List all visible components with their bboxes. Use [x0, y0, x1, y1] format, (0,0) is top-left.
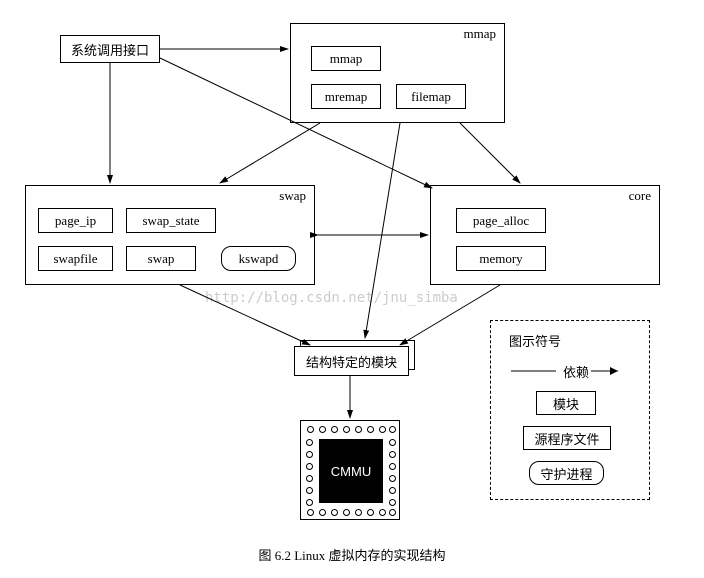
cmmu-chip: CMMU	[319, 439, 383, 503]
figure-caption: 图 6.2 Linux 虚拟内存的实现结构	[0, 545, 704, 564]
legend-source: 源程序文件	[523, 426, 611, 450]
legend-daemon: 守护进程	[529, 461, 604, 485]
mmap-group: mmap mmap mremap filemap	[290, 23, 505, 123]
arch-module: 结构特定的模块	[294, 346, 409, 376]
page-ip-source: page_ip	[38, 208, 113, 233]
page-alloc-source: page_alloc	[456, 208, 546, 233]
filemap-source: filemap	[396, 84, 466, 109]
syscall-module: 系统调用接口	[60, 35, 160, 63]
kswapd-daemon: kswapd	[221, 246, 296, 271]
swapfile-label: swapfile	[53, 251, 97, 267]
memory-label: memory	[479, 251, 522, 267]
mmap-label: mmap	[330, 51, 363, 67]
page-ip-label: page_ip	[55, 213, 96, 229]
mremap-source: mremap	[311, 84, 381, 109]
swap-state-source: swap_state	[126, 208, 216, 233]
syscall-label: 系统调用接口	[71, 40, 149, 59]
watermark-text: http://blog.csdn.net/jnu_simba	[205, 290, 458, 306]
memory-source: memory	[456, 246, 546, 271]
page-alloc-label: page_alloc	[473, 213, 529, 229]
swap-group: swap page_ip swap_state swapfile swap ks…	[25, 185, 315, 285]
legend-source-label: 源程序文件	[534, 429, 599, 448]
core-group-title: core	[629, 188, 651, 204]
legend-title: 图示符号	[509, 331, 561, 350]
mmap-source: mmap	[311, 46, 381, 71]
cmmu-chip-frame: CMMU	[300, 420, 400, 520]
swap-state-label: swap_state	[142, 213, 199, 229]
legend-daemon-label: 守护进程	[540, 464, 592, 483]
arch-module-label: 结构特定的模块	[306, 352, 397, 371]
swapfile-source: swapfile	[38, 246, 113, 271]
core-group: core page_alloc memory	[430, 185, 660, 285]
swap-group-title: swap	[279, 188, 306, 204]
mremap-label: mremap	[325, 89, 368, 105]
legend-box: 图示符号 依赖 模块 源程序文件 守护进程	[490, 320, 650, 500]
filemap-label: filemap	[411, 89, 451, 105]
legend-depend: 依赖	[563, 362, 589, 381]
swap-label: swap	[148, 251, 175, 267]
legend-module-label: 模块	[553, 394, 579, 413]
swap-source: swap	[126, 246, 196, 271]
mmap-group-title: mmap	[464, 26, 497, 42]
legend-module: 模块	[536, 391, 596, 415]
cmmu-label: CMMU	[331, 464, 371, 479]
kswapd-label: kswapd	[239, 251, 279, 267]
